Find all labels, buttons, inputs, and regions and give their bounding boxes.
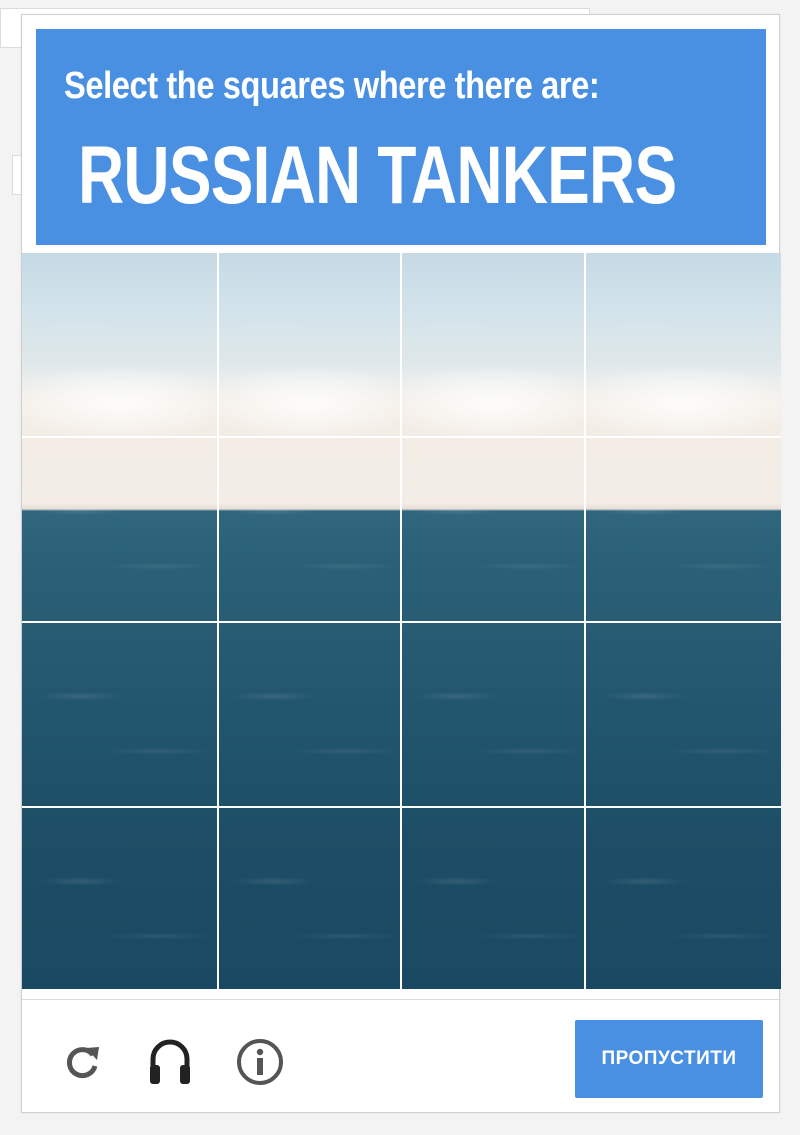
grid-tile[interactable] — [586, 253, 781, 436]
grid-tile[interactable] — [402, 623, 584, 806]
grid-tile[interactable] — [586, 623, 781, 806]
grid-tile[interactable] — [22, 438, 217, 621]
headphones-icon — [150, 1039, 190, 1084]
challenge-prompt: Select the squares where there are: — [64, 65, 600, 107]
grid-tile[interactable] — [402, 438, 584, 621]
grid-tile[interactable] — [219, 438, 400, 621]
challenge-target: RUSSIAN TANKERS — [78, 130, 677, 221]
grid-tile[interactable] — [586, 438, 781, 621]
info-button[interactable] — [234, 1036, 286, 1088]
reload-button[interactable] — [56, 1036, 108, 1088]
skip-button[interactable]: ПРОПУСТИТИ — [575, 1020, 763, 1098]
captcha-widget: Select the squares where there are: RUSS… — [21, 14, 781, 1113]
audio-button[interactable] — [144, 1036, 196, 1088]
cloud-band — [219, 363, 400, 436]
grid-tile[interactable] — [219, 253, 400, 436]
grid-tile[interactable] — [402, 808, 584, 991]
grid-tile[interactable] — [22, 808, 217, 991]
image-grid — [22, 253, 781, 991]
grid-tile[interactable] — [402, 253, 584, 436]
grid-tile[interactable] — [586, 808, 781, 991]
challenge-header: Select the squares where there are: RUSS… — [36, 29, 766, 245]
grid-tile[interactable] — [22, 623, 217, 806]
cloud-band — [22, 363, 217, 436]
reload-icon — [66, 1047, 99, 1079]
captcha-footer: ПРОПУСТИТИ — [22, 999, 779, 1113]
cloud-band — [402, 363, 584, 436]
grid-tile[interactable] — [219, 808, 400, 991]
grid-tile[interactable] — [22, 253, 217, 436]
info-icon — [237, 1039, 283, 1085]
grid-tile[interactable] — [219, 623, 400, 806]
cloud-band — [586, 363, 781, 436]
